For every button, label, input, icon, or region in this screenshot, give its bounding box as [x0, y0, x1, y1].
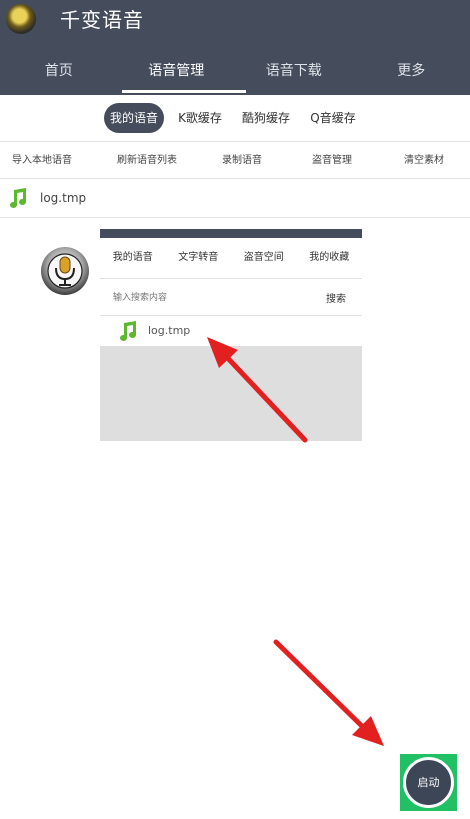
arrow-to-file: [207, 337, 308, 443]
start-button-frame: 启动: [400, 754, 457, 811]
start-button[interactable]: 启动: [403, 757, 454, 808]
annotation-arrows: [207, 337, 384, 746]
arrow-to-start-button: [273, 639, 384, 746]
